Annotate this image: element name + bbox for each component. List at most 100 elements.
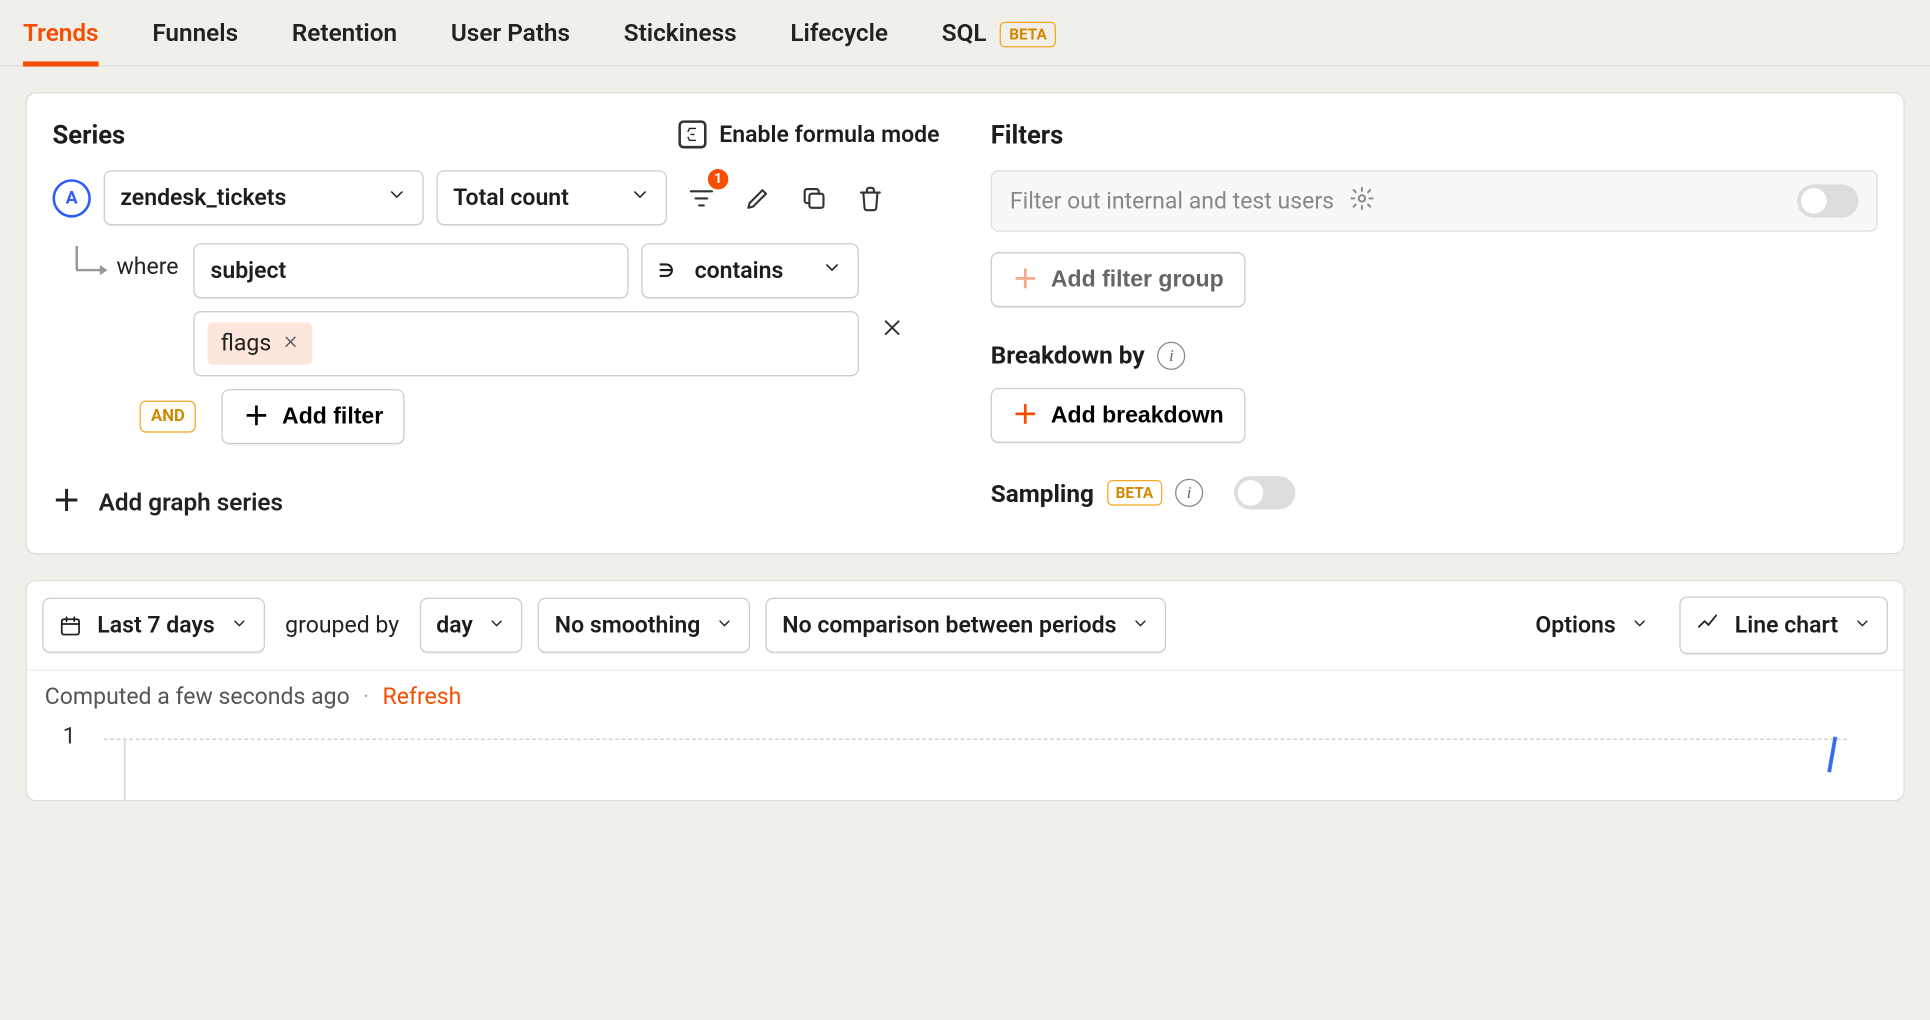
chart-data-mark — [1821, 735, 1837, 772]
series-title: Series — [52, 119, 125, 150]
tab-label: Lifecycle — [790, 18, 888, 47]
options-select[interactable]: Options — [1520, 599, 1664, 651]
event-select[interactable]: zendesk_tickets — [104, 170, 424, 225]
chart-gridline — [104, 739, 1847, 740]
y-tick: 1 — [63, 723, 76, 750]
results-panel: Last 7 days grouped by day No smoothing … — [26, 580, 1905, 801]
beta-badge: BETA — [1107, 480, 1163, 506]
options-label: Options — [1535, 612, 1615, 639]
formula-label: Enable formula mode — [719, 121, 939, 148]
filter-count-badge: 1 — [708, 168, 728, 188]
series-letter: A — [52, 179, 90, 217]
tab-label: User Paths — [451, 18, 570, 47]
plus-icon: ＋ — [52, 488, 80, 516]
filter-placeholder: Filter out internal and test users — [1010, 188, 1334, 215]
add-group-label: Add filter group — [1051, 266, 1224, 293]
plus-icon: ＋ — [1012, 267, 1038, 293]
add-filter-label: Add filter — [282, 403, 383, 430]
tab-sql[interactable]: SQL BETA — [942, 18, 1056, 65]
smoothing-select[interactable]: No smoothing — [538, 598, 750, 653]
enable-formula-mode[interactable]: Enable formula mode — [678, 120, 939, 148]
filters-title: Filters — [991, 119, 1064, 150]
tab-user-paths[interactable]: User Paths — [451, 18, 570, 65]
interval-select[interactable]: day — [420, 598, 523, 653]
internal-users-toggle[interactable] — [1797, 184, 1858, 217]
value-chip: flags — [208, 323, 312, 365]
tab-label: SQL — [942, 18, 987, 47]
sampling-toggle[interactable] — [1234, 476, 1295, 509]
tab-label: Funnels — [152, 18, 238, 47]
chip-remove-icon[interactable] — [281, 330, 299, 357]
chevron-down-icon — [1132, 612, 1150, 639]
smoothing-label: No smoothing — [555, 612, 701, 639]
beta-badge: BETA — [1000, 22, 1056, 48]
property-select[interactable]: subject — [194, 243, 629, 298]
filter-value-input[interactable]: flags — [194, 311, 860, 376]
edit-icon[interactable] — [736, 176, 780, 220]
contains-icon: ∋ — [659, 260, 675, 280]
tab-stickiness[interactable]: Stickiness — [624, 18, 737, 65]
info-icon[interactable]: i — [1157, 341, 1185, 369]
chart-type-select[interactable]: Line chart — [1680, 596, 1888, 654]
chevron-down-icon — [716, 612, 734, 639]
chart-area: 1 — [27, 718, 1903, 800]
add-filter-group-button[interactable]: ＋ Add filter group — [991, 252, 1246, 307]
tab-funnels[interactable]: Funnels — [152, 18, 238, 65]
chart-type-label: Line chart — [1735, 612, 1838, 639]
internal-users-filter[interactable]: Filter out internal and test users — [991, 170, 1878, 231]
chevron-down-icon — [630, 184, 650, 211]
property-name: subject — [211, 257, 287, 284]
tab-label: Retention — [292, 18, 397, 47]
refresh-link[interactable]: Refresh — [383, 684, 462, 711]
chart-axis — [124, 739, 125, 800]
operator-select[interactable]: ∋ contains — [642, 243, 860, 298]
chevron-down-icon — [387, 184, 407, 211]
and-pill[interactable]: AND — [140, 401, 197, 433]
chevron-down-icon — [822, 257, 842, 284]
chevron-down-icon — [488, 612, 506, 639]
chip-label: flags — [221, 330, 271, 357]
date-range-label: Last 7 days — [97, 612, 215, 639]
comparison-label: No comparison between periods — [782, 612, 1116, 639]
chevron-down-icon — [1631, 612, 1649, 639]
tab-lifecycle[interactable]: Lifecycle — [790, 18, 888, 65]
aggregation-label: Total count — [453, 184, 569, 211]
sampling-title: Sampling — [991, 478, 1094, 507]
remove-filter-icon[interactable] — [880, 315, 906, 348]
tab-trends[interactable]: Trends — [23, 18, 99, 65]
where-label: where — [116, 243, 178, 280]
plus-icon: ＋ — [244, 404, 270, 430]
line-chart-icon — [1696, 611, 1719, 640]
info-icon[interactable]: i — [1175, 479, 1203, 507]
grouped-by-label: grouped by — [285, 612, 399, 639]
tab-label: Trends — [23, 18, 99, 47]
calendar-icon — [59, 612, 82, 639]
plus-icon: ＋ — [1012, 403, 1038, 429]
tab-retention[interactable]: Retention — [292, 18, 397, 65]
add-series-label: Add graph series — [99, 488, 283, 517]
breakdown-title: Breakdown by — [991, 340, 1145, 369]
filter-icon[interactable]: 1 — [680, 176, 724, 220]
add-filter-button[interactable]: ＋ Add filter — [222, 389, 405, 444]
add-breakdown-label: Add breakdown — [1051, 402, 1224, 429]
computed-status: Computed a few seconds ago · Refresh — [27, 671, 1903, 718]
delete-icon[interactable] — [849, 176, 893, 220]
formula-icon — [678, 120, 706, 148]
elbow-icon — [76, 246, 102, 272]
tab-label: Stickiness — [624, 18, 737, 47]
comparison-select[interactable]: No comparison between periods — [766, 598, 1167, 653]
add-breakdown-button[interactable]: ＋ Add breakdown — [991, 388, 1246, 443]
chevron-down-icon — [1853, 612, 1871, 639]
event-name: zendesk_tickets — [120, 184, 286, 211]
aggregation-select[interactable]: Total count — [436, 170, 666, 225]
chevron-down-icon — [230, 612, 248, 639]
copy-icon[interactable] — [792, 176, 836, 220]
query-editor: Series Enable formula mode A zendesk_tic… — [26, 92, 1905, 554]
date-range-select[interactable]: Last 7 days — [42, 598, 264, 653]
add-graph-series[interactable]: ＋ Add graph series — [52, 488, 939, 517]
interval-label: day — [436, 612, 473, 639]
gear-icon[interactable] — [1349, 185, 1375, 217]
insight-tabs: Trends Funnels Retention User Paths Stic… — [0, 0, 1930, 67]
computed-text: Computed a few seconds ago — [45, 684, 350, 711]
operator-label: contains — [695, 257, 784, 284]
